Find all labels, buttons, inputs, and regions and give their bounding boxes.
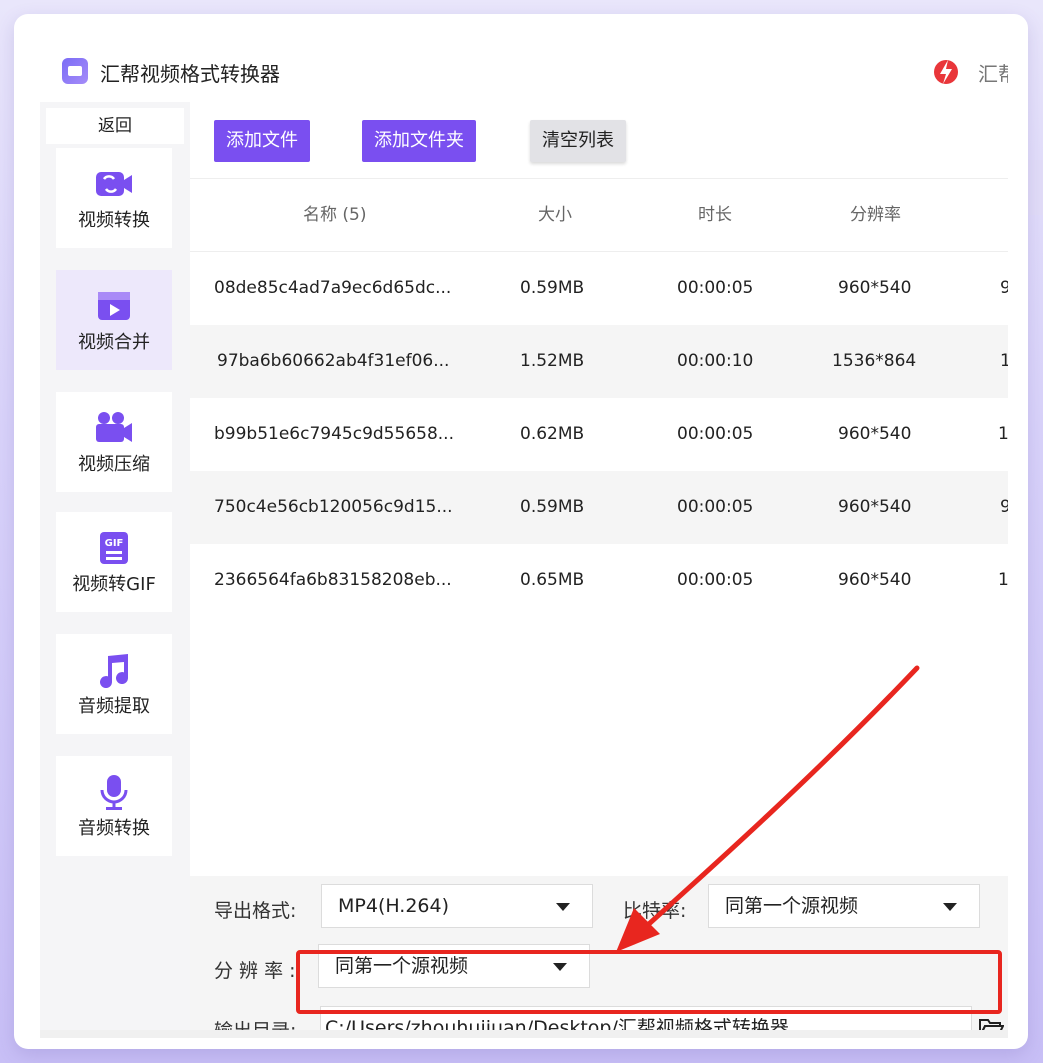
add-folder-button[interactable]: 添加文件夹 <box>362 120 476 162</box>
cell-extra: 1: <box>1000 351 1008 371</box>
output-dir-label: 输出目录: <box>214 1016 296 1030</box>
table-row[interactable]: 08de85c4ad7a9ec6d65dc... 0.59MB 00:00:05… <box>190 252 1008 325</box>
cell-name: 08de85c4ad7a9ec6d65dc... <box>214 278 452 298</box>
app-window: 汇帮视频格式转换器 汇帮 返回 视频转换 视频合并 <box>40 42 1008 1030</box>
table-row[interactable]: 2366564fa6b83158208eb... 0.65MB 00:00:05… <box>190 544 1008 617</box>
video-convert-icon <box>96 172 132 196</box>
table-header: 名称 (5) 大小 时长 分辨率 <box>190 178 1008 252</box>
sidebar-item-video-to-gif[interactable]: GIF 视频转GIF <box>56 512 172 612</box>
table-row[interactable]: 97ba6b60662ab4f31ef06... 1.52MB 00:00:10… <box>190 325 1008 398</box>
toolbar: 添加文件 添加文件夹 清空列表 <box>190 102 1008 178</box>
sidebar-item-label: 视频转换 <box>78 210 150 231</box>
cell-duration: 00:00:05 <box>677 424 754 444</box>
title-bar: 汇帮视频格式转换器 汇帮 <box>40 42 1008 103</box>
sidebar-item-label: 视频转GIF <box>72 574 156 595</box>
cell-duration: 00:00:05 <box>677 497 754 517</box>
cell-resolution: 960*540 <box>838 424 912 444</box>
sidebar-item-video-convert[interactable]: 视频转换 <box>56 148 172 248</box>
cell-size: 0.62MB <box>520 424 585 444</box>
cell-duration: 00:00:05 <box>677 570 754 590</box>
column-header-name[interactable]: 名称 (5) <box>303 179 366 251</box>
music-note-icon <box>100 654 129 688</box>
format-value: MP4(H.264) <box>338 895 450 917</box>
column-header-size[interactable]: 大小 <box>538 179 572 251</box>
bitrate-label: 比特率: <box>623 900 687 922</box>
cell-name: b99b51e6c7945c9d55658... <box>214 424 454 444</box>
column-header-resolution[interactable]: 分辨率 <box>850 179 901 251</box>
chevron-down-icon <box>556 903 570 911</box>
brand-logo-icon <box>934 60 958 84</box>
add-file-button[interactable]: 添加文件 <box>214 120 310 162</box>
cell-size: 0.59MB <box>520 278 585 298</box>
cell-resolution: 1536*864 <box>832 351 917 371</box>
cell-extra: 9 <box>1000 497 1008 517</box>
back-button[interactable]: 返回 <box>46 108 184 144</box>
sidebar-item-video-compress[interactable]: 视频压缩 <box>56 392 172 492</box>
microphone-icon <box>100 775 128 810</box>
annotation-highlight-box <box>296 950 1002 1014</box>
window-bottom-edge <box>40 1030 1008 1038</box>
cell-resolution: 960*540 <box>838 570 912 590</box>
sidebar-item-label: 音频提取 <box>78 696 150 717</box>
file-table: 名称 (5) 大小 时长 分辨率 08de85c4ad7a9ec6d65dc..… <box>190 178 1008 617</box>
table-row[interactable]: 750c4e56cb120056c9d15... 0.59MB 00:00:05… <box>190 471 1008 544</box>
svg-text:GIF: GIF <box>105 538 124 549</box>
cell-duration: 00:00:10 <box>677 351 754 371</box>
cell-extra: 1( <box>998 570 1008 590</box>
cell-extra: 9 <box>1000 278 1008 298</box>
brand-name: 汇帮 <box>978 62 1008 86</box>
chevron-down-icon <box>943 903 957 911</box>
app-logo-icon <box>62 58 88 84</box>
sidebar-item-audio-convert[interactable]: 音频转换 <box>56 756 172 856</box>
bitrate-select[interactable]: 同第一个源视频 <box>708 884 980 928</box>
cell-name: 2366564fa6b83158208eb... <box>214 570 452 590</box>
table-row[interactable]: b99b51e6c7945c9d55658... 0.62MB 00:00:05… <box>190 398 1008 471</box>
video-compress-icon <box>96 412 132 442</box>
resolution-label: 分 辨 率 : <box>214 960 296 982</box>
folder-open-icon[interactable] <box>978 1016 1004 1030</box>
sidebar-item-video-merge[interactable]: 视频合并 <box>56 270 172 370</box>
sidebar-item-label: 视频压缩 <box>78 454 150 475</box>
sidebar-item-label: 视频合并 <box>78 332 150 353</box>
cell-size: 0.65MB <box>520 570 585 590</box>
video-merge-icon <box>98 292 130 320</box>
main-content: 添加文件 添加文件夹 清空列表 名称 (5) 大小 时长 分辨率 08de85c… <box>190 102 1008 1030</box>
sidebar-item-audio-extract[interactable]: 音频提取 <box>56 634 172 734</box>
column-header-duration[interactable]: 时长 <box>698 179 732 251</box>
clear-list-button[interactable]: 清空列表 <box>530 120 626 162</box>
cell-extra: 1( <box>998 424 1008 444</box>
cell-name: 750c4e56cb120056c9d15... <box>214 497 453 517</box>
cell-resolution: 960*540 <box>838 497 912 517</box>
cell-duration: 00:00:05 <box>677 278 754 298</box>
cell-name: 97ba6b60662ab4f31ef06... <box>217 351 450 371</box>
cell-size: 1.52MB <box>520 351 585 371</box>
cell-size: 0.59MB <box>520 497 585 517</box>
bitrate-value: 同第一个源视频 <box>725 895 859 917</box>
format-label: 导出格式: <box>214 900 297 922</box>
gif-icon: GIF <box>100 532 128 564</box>
sidebar: 返回 视频转换 视频合并 视频压缩 GIF 视频转GIF 音频提取 音频转换 <box>40 102 190 1030</box>
format-select[interactable]: MP4(H.264) <box>321 884 593 928</box>
app-title: 汇帮视频格式转换器 <box>100 62 280 86</box>
sidebar-item-label: 音频转换 <box>78 818 150 839</box>
cell-resolution: 960*540 <box>838 278 912 298</box>
